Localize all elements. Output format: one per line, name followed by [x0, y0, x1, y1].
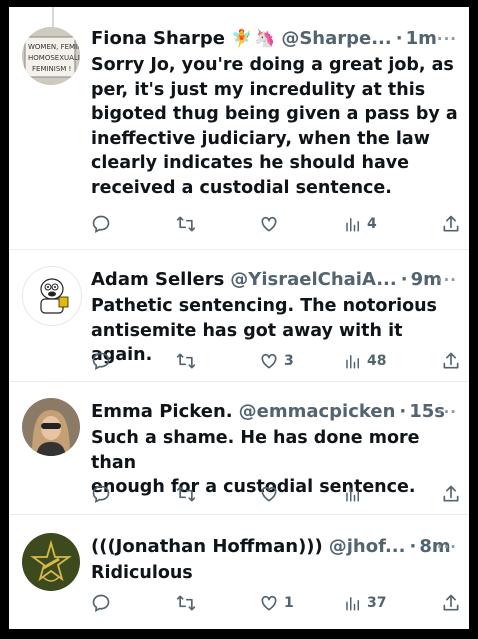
- timestamp[interactable]: 1m: [406, 28, 437, 50]
- user-handle[interactable]: @emmacpicken: [239, 401, 396, 423]
- reply-button[interactable]: [91, 483, 111, 505]
- retweet-button[interactable]: [175, 592, 197, 614]
- like-count: 3: [284, 353, 294, 369]
- avatar[interactable]: [22, 398, 80, 456]
- tweet-adam-sellers[interactable]: Adam Sellers @YisraelChaiA... · 9m ··· P…: [9, 250, 469, 382]
- retweet-icon: [176, 595, 196, 611]
- like-icon: [261, 216, 277, 232]
- avatar[interactable]: [22, 266, 82, 326]
- retweet-icon: [176, 486, 196, 502]
- retweet-icon: [176, 216, 196, 232]
- avatar-sign-line3: FEMINISM !: [32, 65, 71, 73]
- display-name[interactable]: (((Jonathan Hoffman))): [91, 536, 323, 558]
- avatar[interactable]: [22, 533, 80, 591]
- views-icon: [346, 597, 359, 611]
- tweet-actions: [91, 483, 461, 505]
- tweet-emma-picken[interactable]: Emma Picken. @emmacpicken · 15s ··· Such…: [9, 382, 469, 515]
- like-icon: [261, 486, 277, 502]
- views-button[interactable]: 37: [344, 592, 386, 614]
- separator-dot: ·: [400, 269, 408, 290]
- reply-button[interactable]: [91, 592, 111, 614]
- views-icon: [346, 488, 359, 502]
- share-button[interactable]: [441, 483, 461, 505]
- tweet-actions: 4: [91, 213, 461, 235]
- like-count: 1: [284, 595, 294, 611]
- separator-dot: ·: [399, 401, 407, 422]
- like-button[interactable]: [259, 213, 284, 235]
- tweet-text: Ridiculous: [91, 561, 461, 586]
- retweet-button[interactable]: [175, 483, 197, 505]
- unicorn-emoji: 🦄: [254, 29, 276, 49]
- share-button[interactable]: [441, 350, 461, 372]
- tweet-header: Fiona Sharpe 🧚 🦄 @Sharpe... · 1m: [91, 28, 461, 50]
- reply-icon: [92, 485, 110, 503]
- tweet-text-line: clearly indicates he should have: [91, 153, 410, 173]
- more-options-icon[interactable]: ···: [437, 271, 457, 289]
- tweet-text-line: Sorry Jo, you're doing a great job, as: [91, 55, 454, 75]
- like-icon: [261, 353, 277, 369]
- tweet-text-line: received a custodial sentence.: [91, 177, 392, 198]
- like-button[interactable]: [259, 483, 284, 505]
- tweet-header: Adam Sellers @YisraelChaiA... · 9m: [91, 269, 461, 291]
- views-button[interactable]: [344, 483, 367, 505]
- user-handle[interactable]: @jhof...: [329, 536, 406, 558]
- tweet-text-line: Pathetic sentencing. The notorious: [91, 296, 437, 316]
- user-handle[interactable]: @Sharpe...: [281, 28, 391, 50]
- tweet-text: Sorry Jo, you're doing a great job, as p…: [91, 53, 461, 200]
- tweet-jonathan-hoffman[interactable]: (((Jonathan Hoffman))) @jhof... · 8m ···…: [9, 515, 469, 629]
- tweet-content: Fiona Sharpe 🧚 🦄 @Sharpe... · 1m ··· Sor…: [91, 28, 461, 200]
- views-button[interactable]: 48: [344, 350, 386, 372]
- more-options-icon[interactable]: ···: [437, 538, 457, 556]
- view-count: 48: [367, 353, 387, 369]
- view-count: 4: [367, 216, 377, 232]
- retweet-button[interactable]: [175, 350, 197, 372]
- separator-dot: ·: [409, 536, 417, 557]
- reply-button[interactable]: [91, 213, 111, 235]
- display-name[interactable]: Adam Sellers: [91, 269, 224, 291]
- like-button[interactable]: 1: [259, 592, 294, 614]
- view-count: 37: [367, 595, 387, 611]
- separator-dot: ·: [395, 28, 403, 49]
- timeline: WOMEN, FEMINISM HOMOSEXUALITY FEMINISM !…: [9, 7, 469, 629]
- share-icon: [443, 352, 459, 369]
- share-icon: [443, 215, 459, 232]
- share-button[interactable]: [441, 213, 461, 235]
- like-icon: [261, 595, 277, 611]
- tweet-actions: 3 48: [91, 350, 461, 372]
- reply-button[interactable]: [91, 350, 111, 372]
- tweet-text-line: bigoted thug being given a pass by a: [91, 104, 458, 124]
- tweet-text-line: ineffective judiciary, when the law: [91, 128, 430, 149]
- views-icon: [346, 218, 359, 232]
- retweet-icon: [176, 353, 196, 369]
- tweet-text-line: Ridiculous: [91, 563, 193, 583]
- tweet-text-line: per, it's just my incredulity at this: [91, 79, 426, 100]
- retweet-button[interactable]: [175, 213, 197, 235]
- tweet-header: Emma Picken. @emmacpicken · 15s: [91, 401, 461, 423]
- avatar-sign-line1: WOMEN, FEMINISM: [28, 43, 80, 51]
- avatar[interactable]: WOMEN, FEMINISM HOMOSEXUALITY FEMINISM !: [22, 27, 80, 85]
- reply-icon: [92, 215, 110, 233]
- share-button[interactable]: [441, 592, 461, 614]
- more-options-icon[interactable]: ···: [437, 403, 457, 421]
- display-name[interactable]: Emma Picken.: [91, 401, 233, 423]
- share-icon: [443, 485, 459, 502]
- fairy-emoji: 🧚: [230, 29, 253, 49]
- tweet-content: (((Jonathan Hoffman))) @jhof... · 8m ···…: [91, 536, 461, 586]
- display-name[interactable]: Fiona Sharpe: [91, 28, 225, 50]
- reply-icon: [92, 352, 110, 370]
- more-options-icon[interactable]: ···: [437, 30, 457, 48]
- tweet-header: (((Jonathan Hoffman))) @jhof... · 8m: [91, 536, 461, 558]
- like-button[interactable]: 3: [259, 350, 294, 372]
- tweet-text-line: Such a shame. He has done more than: [91, 428, 420, 473]
- views-icon: [346, 355, 359, 369]
- share-icon: [443, 594, 459, 611]
- reply-icon: [92, 594, 110, 612]
- views-button[interactable]: 4: [344, 213, 377, 235]
- avatar-sign-line2: HOMOSEXUALITY: [28, 54, 80, 62]
- tweet-fiona-sharpe[interactable]: WOMEN, FEMINISM HOMOSEXUALITY FEMINISM !…: [9, 7, 469, 250]
- tweet-actions: 1 37: [91, 592, 461, 614]
- user-handle[interactable]: @YisraelChaiA...: [230, 269, 396, 291]
